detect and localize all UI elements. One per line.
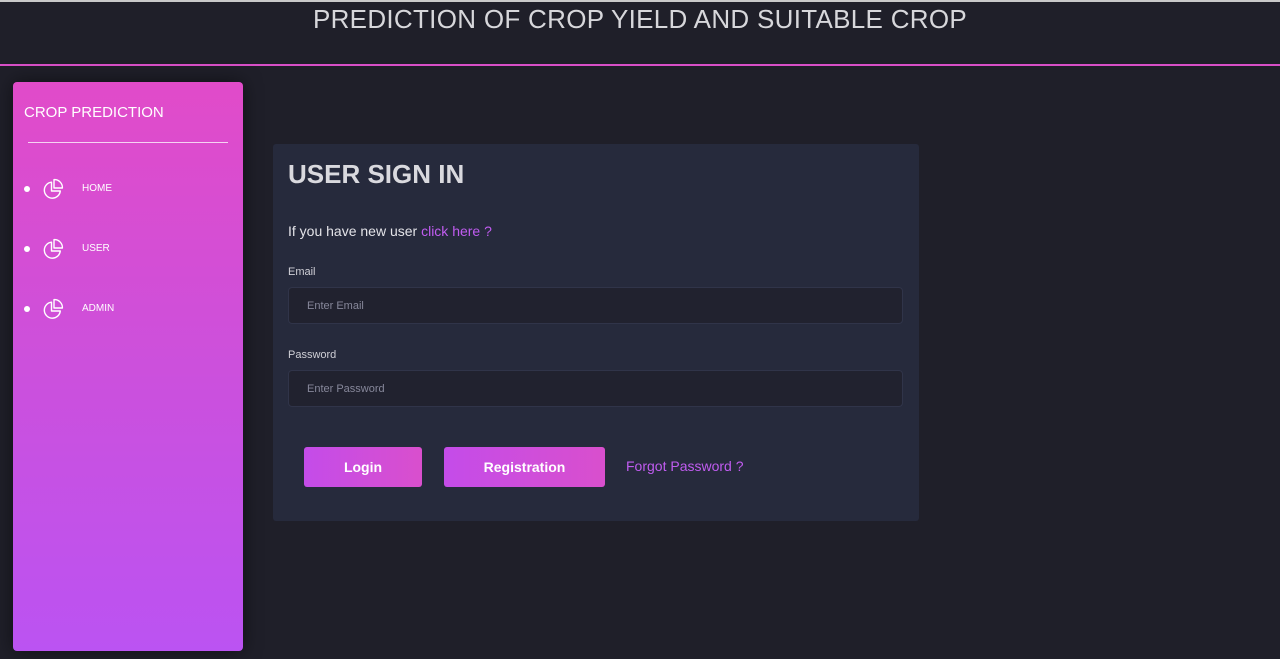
email-field[interactable] bbox=[288, 287, 903, 324]
sidebar-item-admin[interactable]: ADMIN bbox=[13, 294, 243, 324]
sidebar-divider bbox=[28, 142, 228, 143]
pie-chart-icon bbox=[43, 238, 64, 259]
bullet-icon bbox=[24, 246, 30, 252]
registration-button[interactable]: Registration bbox=[444, 447, 605, 487]
page-header: PREDICTION OF CROP YIELD AND SUITABLE CR… bbox=[0, 2, 1280, 66]
bullet-icon bbox=[24, 306, 30, 312]
page-title: PREDICTION OF CROP YIELD AND SUITABLE CR… bbox=[312, 4, 968, 34]
password-label: Password bbox=[288, 349, 337, 361]
sidebar-item-home[interactable]: HOME bbox=[13, 174, 243, 204]
signin-card: USER SIGN IN If you have new user click … bbox=[273, 144, 919, 521]
sidebar-item-label: ADMIN bbox=[82, 303, 115, 314]
sidebar-brand[interactable]: CROP PREDICTION bbox=[24, 104, 164, 121]
password-field[interactable] bbox=[288, 370, 903, 407]
pie-chart-icon bbox=[43, 298, 64, 319]
new-user-prompt: If you have new user bbox=[288, 223, 418, 239]
new-user-text: If you have new user click here ? bbox=[288, 223, 492, 239]
sidebar-item-user[interactable]: USER bbox=[13, 234, 243, 264]
register-link[interactable]: click here ? bbox=[421, 223, 492, 239]
login-button[interactable]: Login bbox=[304, 447, 422, 487]
pie-chart-icon bbox=[43, 178, 64, 199]
email-label: Email bbox=[288, 266, 316, 278]
sidebar: CROP PREDICTION HOME USER ADMIN bbox=[13, 82, 243, 651]
sidebar-item-label: USER bbox=[82, 243, 110, 254]
forgot-password-link[interactable]: Forgot Password ? bbox=[626, 458, 744, 474]
signin-title: USER SIGN IN bbox=[288, 159, 465, 189]
sidebar-item-label: HOME bbox=[82, 183, 112, 194]
bullet-icon bbox=[24, 186, 30, 192]
